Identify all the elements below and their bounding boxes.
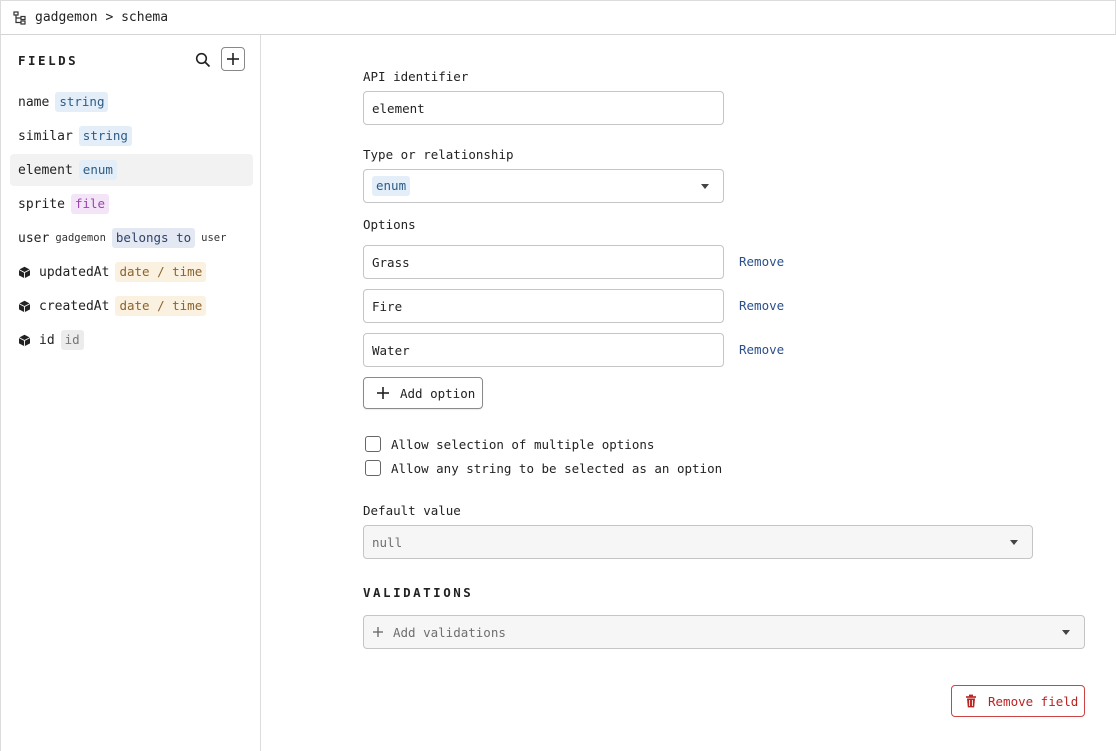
field-item-element[interactable]: element enum: [10, 154, 253, 186]
plus-icon: [372, 626, 384, 638]
field-related-model: user: [201, 232, 227, 244]
field-name: createdAt: [39, 298, 110, 314]
field-item-sprite[interactable]: sprite file: [10, 188, 253, 220]
remove-option-button[interactable]: Remove: [739, 342, 784, 357]
schema-tree-icon: [13, 10, 27, 25]
system-field-icon: [18, 300, 31, 313]
remove-option-button[interactable]: Remove: [739, 254, 784, 269]
system-field-icon: [18, 266, 31, 279]
type-value-badge: enum: [372, 176, 411, 196]
validations-title: VALIDATIONS: [363, 585, 474, 600]
default-value-label: Default value: [363, 503, 461, 518]
add-validations-placeholder: Add validations: [393, 624, 506, 640]
options-label: Options: [363, 217, 416, 232]
breadcrumb[interactable]: gadgemon > schema: [35, 10, 168, 25]
allow-multiple-checkbox-row[interactable]: Allow selection of multiple options: [365, 436, 654, 452]
field-name: user: [18, 230, 50, 246]
option-input[interactable]: Grass: [363, 245, 724, 279]
field-type-badge: belongs to: [111, 228, 196, 248]
default-value-text: null: [372, 534, 403, 550]
remove-field-label: Remove field: [988, 693, 1079, 709]
field-model-name: gadgemon: [55, 232, 106, 244]
field-type-badge: id: [60, 330, 84, 350]
field-item-name[interactable]: name string: [10, 86, 253, 118]
allow-multiple-label: Allow selection of multiple options: [391, 436, 655, 452]
remove-field-button[interactable]: Remove field: [951, 685, 1085, 717]
field-item-id[interactable]: id id: [10, 324, 253, 356]
fields-title: FIELDS: [18, 53, 79, 68]
field-type-badge: enum: [78, 160, 117, 180]
api-identifier-input[interactable]: element: [363, 91, 724, 125]
top-bar: gadgemon > schema: [0, 0, 1116, 35]
api-identifier-label: API identifier: [363, 69, 469, 84]
field-type-badge: string: [55, 92, 109, 112]
plus-icon: [376, 386, 390, 400]
field-name: id: [39, 332, 55, 348]
field-item-updatedAt[interactable]: updatedAt date / time: [10, 256, 253, 288]
type-select[interactable]: enum: [363, 169, 724, 203]
field-item-similar[interactable]: similar string: [10, 120, 253, 152]
field-type-badge: file: [70, 194, 110, 214]
search-icon[interactable]: [195, 52, 211, 68]
allow-any-string-checkbox[interactable]: [365, 460, 381, 476]
chevron-down-icon: [701, 184, 709, 189]
default-value-select[interactable]: null: [363, 525, 1033, 559]
field-type-badge: date / time: [115, 296, 207, 316]
field-name: element: [18, 162, 73, 178]
field-type-badge: date / time: [115, 262, 207, 282]
add-option-button[interactable]: Add option: [363, 377, 483, 409]
option-input[interactable]: Fire: [363, 289, 724, 323]
fields-sidebar: FIELDS name string similar string elemen…: [0, 35, 261, 751]
option-input[interactable]: Water: [363, 333, 724, 367]
add-field-button[interactable]: [221, 47, 245, 71]
field-name: sprite: [18, 196, 65, 212]
type-label: Type or relationship: [363, 147, 514, 162]
field-name: updatedAt: [39, 264, 110, 280]
field-name: name: [18, 94, 50, 110]
add-option-label: Add option: [400, 385, 476, 401]
allow-multiple-checkbox[interactable]: [365, 436, 381, 452]
add-validations-select[interactable]: Add validations: [363, 615, 1085, 649]
trash-icon: [964, 694, 978, 708]
field-type-badge: string: [78, 126, 132, 146]
field-name: similar: [18, 128, 73, 144]
chevron-down-icon: [1062, 630, 1070, 635]
plus-icon: [227, 53, 239, 65]
field-item-createdAt[interactable]: createdAt date / time: [10, 290, 253, 322]
system-field-icon: [18, 334, 31, 347]
remove-option-button[interactable]: Remove: [739, 298, 784, 313]
allow-any-string-checkbox-row[interactable]: Allow any string to be selected as an op…: [365, 460, 722, 476]
chevron-down-icon: [1010, 540, 1018, 545]
field-item-user[interactable]: user gadgemon belongs to user: [10, 222, 253, 254]
allow-any-string-label: Allow any string to be selected as an op…: [391, 460, 723, 476]
